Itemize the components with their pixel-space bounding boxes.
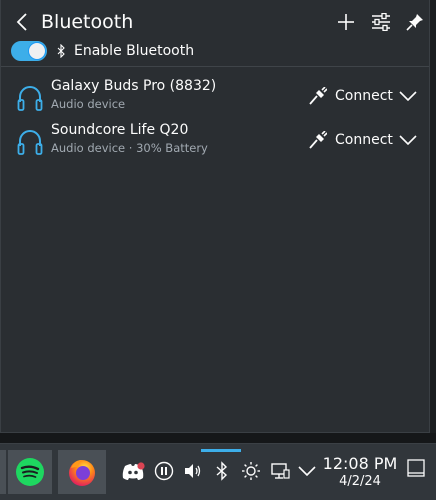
headphones-icon [17, 130, 43, 155]
volume-icon [185, 464, 201, 478]
device-subtitle: Audio device [51, 97, 126, 111]
tray-discord[interactable] [121, 461, 145, 483]
expand-button[interactable] [395, 84, 421, 108]
bluetooth-popup: Bluetooth Enable Bluetooth Galaxy Buds P… [0, 0, 430, 433]
task-edge [0, 450, 6, 494]
spotify-icon [16, 458, 44, 486]
enable-bluetooth-label: Enable Bluetooth [57, 43, 194, 59]
device-name: Galaxy Buds Pro (8832) [51, 78, 217, 94]
show-desktop-button[interactable] [407, 459, 425, 477]
bluetooth-icon [216, 461, 228, 481]
header-divider [1, 66, 429, 67]
desktop: Bluetooth Enable Bluetooth Galaxy Buds P… [0, 0, 436, 500]
bluetooth-icon [57, 44, 65, 58]
headphones-icon [17, 86, 43, 111]
connect-label: Connect [335, 132, 393, 148]
chevron-down-icon [399, 135, 417, 145]
tray-brightness[interactable] [240, 460, 262, 482]
back-button[interactable] [11, 10, 33, 34]
device-row[interactable]: Galaxy Buds Pro (8832) Audio device Conn… [1, 76, 429, 120]
plug-icon [309, 131, 327, 149]
display-icon [271, 463, 290, 479]
taskbar-app-spotify[interactable] [8, 450, 52, 494]
expand-button[interactable] [395, 128, 421, 152]
enable-bluetooth-text: Enable Bluetooth [74, 43, 195, 59]
clock-date: 4/2/24 [339, 474, 381, 489]
sliders-icon [372, 13, 390, 31]
add-device-button[interactable] [333, 9, 359, 35]
connect-button[interactable]: Connect [309, 129, 393, 151]
media-pause-icon [154, 461, 174, 481]
pin-button[interactable] [402, 9, 428, 35]
enable-bluetooth-switch[interactable] [11, 41, 47, 61]
show-desktop-icon [407, 459, 425, 477]
page-title: Bluetooth [41, 11, 134, 33]
clock-time: 12:08 PM [322, 454, 398, 473]
enable-bluetooth-row: Enable Bluetooth [11, 40, 194, 62]
switch-knob [28, 42, 46, 60]
brightness-icon [242, 462, 260, 480]
chevron-up-icon [298, 466, 316, 476]
plus-icon [338, 14, 354, 30]
panel-shadow [0, 433, 436, 443]
chevron-down-icon [399, 91, 417, 101]
taskbar-app-firefox[interactable] [58, 450, 106, 494]
active-indicator [201, 449, 241, 452]
tray-expand[interactable] [296, 460, 318, 482]
configure-button[interactable] [368, 9, 394, 35]
connect-label: Connect [335, 88, 393, 104]
device-subtitle: Audio device · 30% Battery [51, 141, 208, 155]
digital-clock[interactable]: 12:08 PM 4/2/24 [322, 454, 398, 490]
firefox-icon [69, 460, 95, 486]
tray-volume[interactable] [182, 460, 204, 482]
plug-icon [309, 87, 327, 105]
connect-button[interactable]: Connect [309, 85, 393, 107]
tray-media-pause[interactable] [153, 460, 175, 482]
device-row[interactable]: Soundcore Life Q20 Audio device · 30% Ba… [1, 120, 429, 164]
back-arrow-icon [16, 13, 27, 31]
tray-bluetooth[interactable] [211, 460, 233, 482]
pin-icon [406, 14, 423, 31]
tray-display[interactable] [269, 460, 291, 482]
discord-icon [122, 462, 145, 480]
device-name: Soundcore Life Q20 [51, 122, 189, 138]
popup-header: Bluetooth Enable Bluetooth [1, 0, 429, 66]
